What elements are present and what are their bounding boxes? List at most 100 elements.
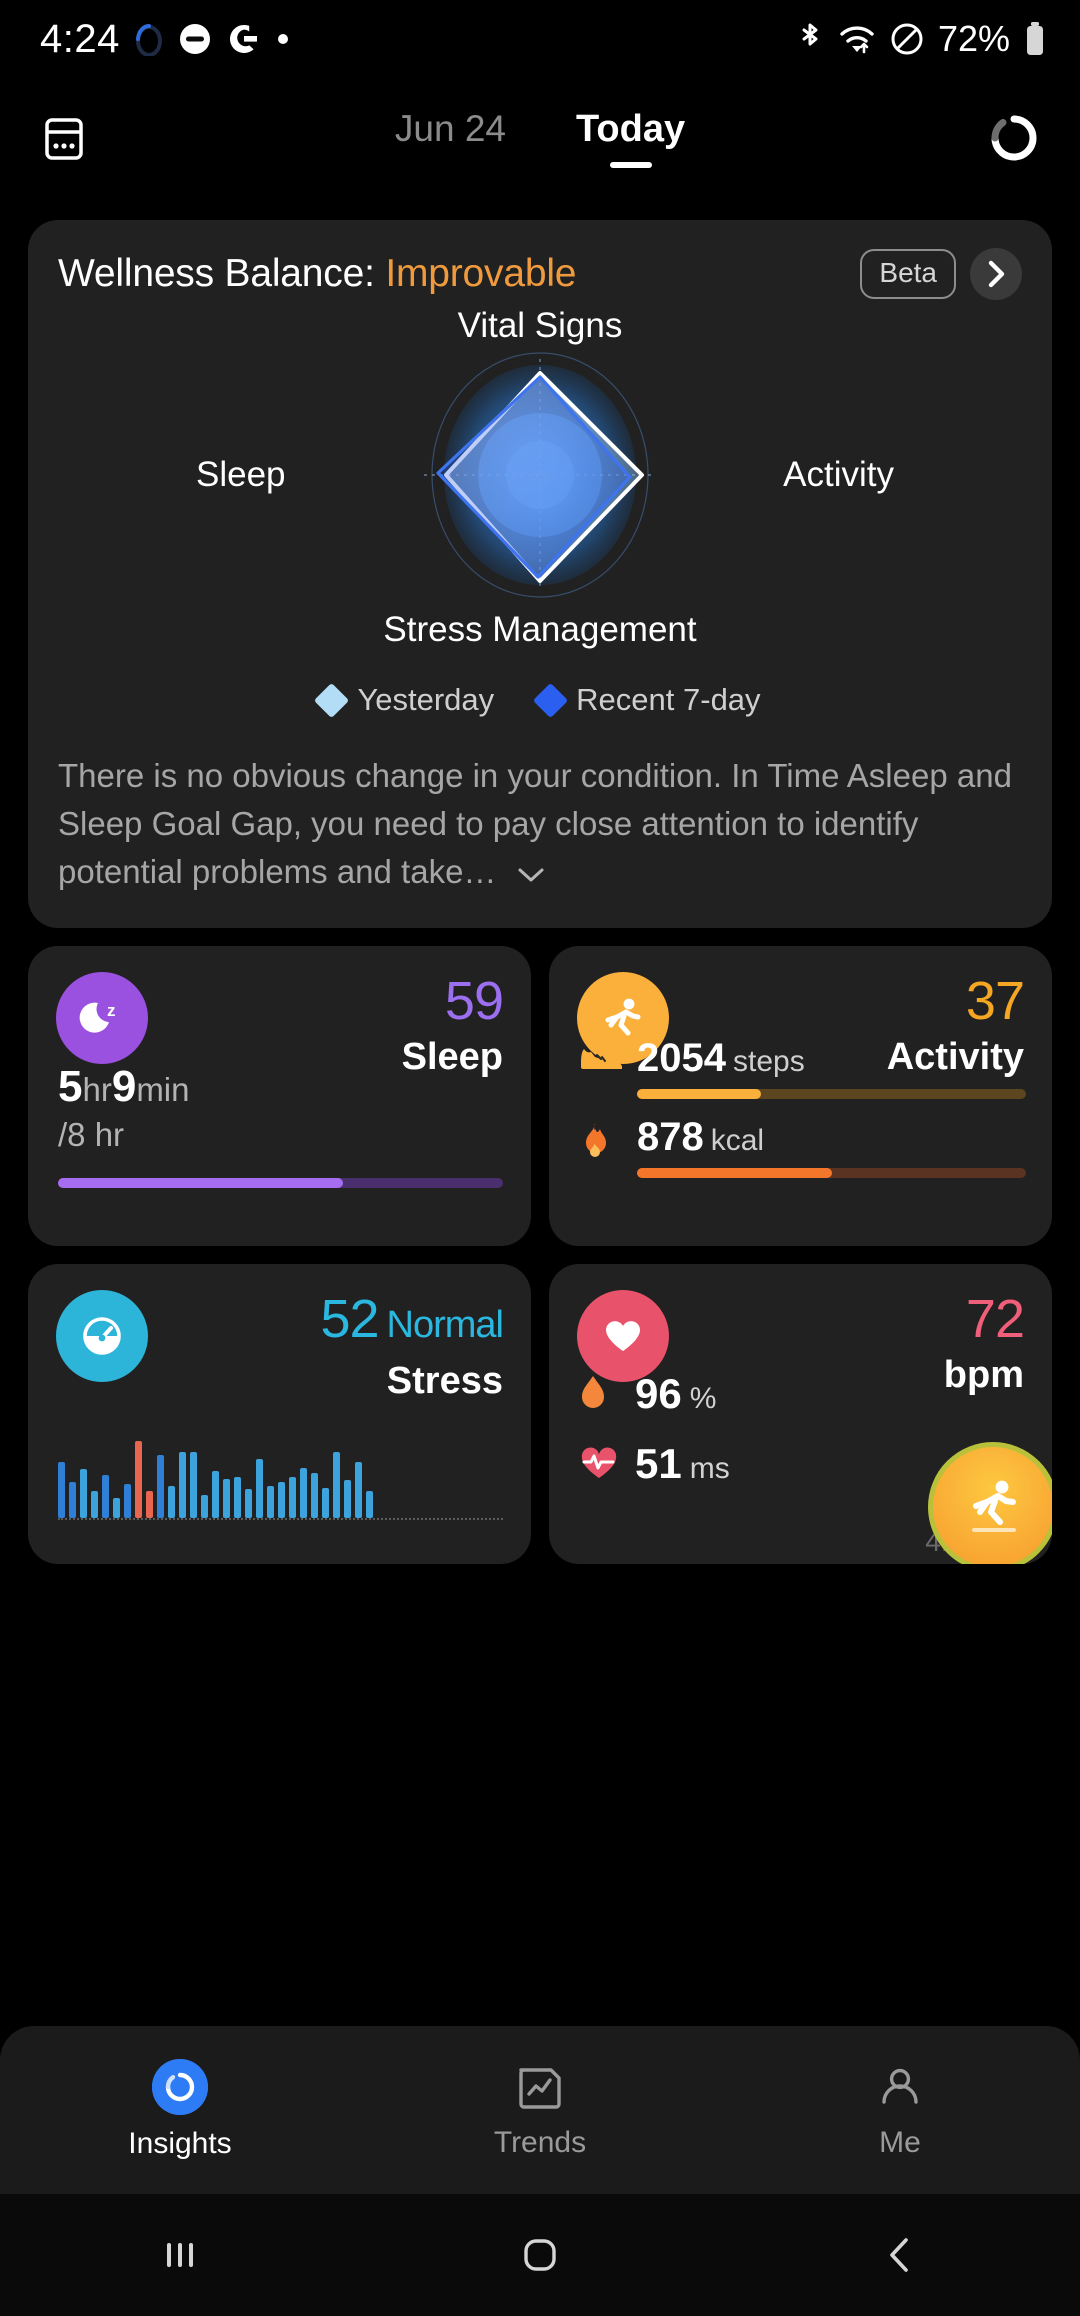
stress-bar [113,1498,120,1519]
chevron-down-icon[interactable] [516,850,546,898]
heart-rate-card[interactable]: 72 bpm 96% 51 ms [549,1264,1052,1565]
back-icon[interactable] [720,2233,1080,2277]
stress-label: Stress [386,1360,503,1403]
recents-icon[interactable] [0,2235,360,2275]
spo2-value: 96 [635,1370,682,1418]
activity-calories-value: 878 [637,1115,704,1160]
stress-bar [91,1491,98,1519]
stress-bar [58,1462,65,1519]
activity-calories-body: 878 kcal [637,1115,1026,1179]
wellness-description[interactable]: There is no obvious change in your condi… [58,752,1022,898]
tab-indicator [609,162,652,168]
flame-icon [577,1121,623,1167]
status-bar-left: 4:24 [40,17,290,62]
sleep-duration-value: 5hr9min [58,1062,190,1112]
stress-bar [157,1455,164,1519]
stress-bar [278,1482,285,1519]
beta-badge: Beta [860,249,956,299]
calendar-icon[interactable] [40,114,88,162]
stress-bar [102,1475,109,1519]
activity-calories-track [637,1168,1026,1179]
activity-calories-row: 878 kcal [577,1115,1026,1179]
gauge-icon [56,1290,148,1383]
stress-card-header: 52 Normal Stress [56,1289,504,1404]
google-icon [228,22,260,56]
stress-bar [333,1451,340,1519]
stress-score: 52 [320,1289,379,1350]
running-badge-icon[interactable] [928,1442,1052,1565]
radar-axis-label-vital-signs: Vital Signs [457,306,623,345]
person-icon [873,2060,927,2114]
wellness-balance-card[interactable]: Wellness Balance: Improvable Beta Vital … [28,220,1052,929]
tab-today[interactable]: Today [576,108,685,168]
tab-jun-24[interactable]: Jun 24 [395,108,506,167]
blood-drop-icon [577,1373,619,1415]
legend-item-yesterday: Yesterday [314,682,494,718]
sleep-duration: 5hr9min /8 hr [58,1062,190,1154]
nav-label: Me [879,2126,921,2159]
stress-bar [124,1484,131,1519]
stress-score-block: 52 Normal Stress [320,1289,504,1404]
stress-bar [190,1451,197,1519]
shoe-icon [577,1042,623,1088]
stress-card[interactable]: 52 Normal Stress [28,1264,531,1565]
legend-item-recent-7-day: Recent 7-day [532,682,761,718]
sleep-progress-fill [58,1178,343,1189]
metric-cards-row-1: z 59 Sleep 5hr9min /8 hr 37 Activity 205… [28,946,1052,1247]
chevron-right-icon[interactable] [970,248,1022,300]
stress-bar [344,1480,351,1519]
radar-chart: Vital Signs Activity Stress Management S… [58,306,1022,649]
activity-metrics: 2054 steps 878 kcal [577,1036,1026,1194]
activity-steps-track [637,1089,1026,1100]
heart-pulse-icon [577,1443,619,1485]
radar-legend: Yesterday Recent 7-day [58,682,1022,718]
activity-steps-value: 2054 [637,1036,726,1081]
moon-z-icon: z [56,972,148,1065]
battery-icon [1024,21,1046,57]
home-icon[interactable] [360,2232,720,2278]
activity-card[interactable]: 37 Activity 2054 steps 878 kcal [549,946,1052,1247]
stress-bar [289,1476,296,1519]
nav-item-trends[interactable]: Trends [360,2060,720,2160]
stress-bar [69,1482,76,1519]
stress-bar [212,1471,219,1519]
svg-text:z: z [107,1001,116,1020]
status-time: 4:24 [40,16,120,61]
activity-calories-value-row: 878 kcal [637,1115,1026,1160]
sleep-label: Sleep [401,1036,503,1079]
stress-baseline [58,1518,503,1521]
wellness-header: Wellness Balance: Improvable Beta [58,248,1022,300]
nav-item-me[interactable]: Me [720,2060,1080,2160]
stress-bar [245,1489,252,1519]
wellness-title-prefix: Wellness Balance: [58,252,386,295]
stress-bar [322,1487,329,1519]
radar-chart-svg [424,352,656,598]
legend-swatch-yesterday [314,682,350,718]
sleep-hours: 5 [58,1062,83,1112]
nav-label: Insights [128,2127,232,2160]
date-tabs: Jun 24 Today [0,108,1080,168]
bluetooth-icon [796,20,824,58]
do-not-disturb-icon [178,22,212,56]
sleep-minutes: 9 [111,1062,137,1112]
activity-steps-value-row: 2054 steps [637,1036,1026,1081]
stress-bar [256,1458,263,1519]
activity-calories-unit: kcal [710,1124,765,1158]
wellness-status: Improvable [385,252,577,295]
tab-indicator [429,161,471,167]
sleep-score: 59 [444,971,504,1032]
top-bar: Jun 24 Today [0,78,1080,198]
sleep-card[interactable]: z 59 Sleep 5hr9min /8 hr [28,946,531,1247]
stress-bar [179,1451,186,1519]
nav-item-insights[interactable]: Insights [0,2059,360,2161]
system-navigation-bar [0,2194,1080,2316]
stress-bar-chart [58,1428,503,1519]
sync-icon[interactable] [988,112,1040,164]
stress-bar [234,1476,241,1519]
heart-score-block: 72 bpm [944,1290,1025,1398]
main-content: Wellness Balance: Improvable Beta Vital … [0,220,1080,1565]
hrv-value: 51 [635,1440,682,1488]
activity-steps-fill [637,1089,762,1100]
tab-label: Today [576,108,686,150]
stress-bar [80,1468,87,1519]
